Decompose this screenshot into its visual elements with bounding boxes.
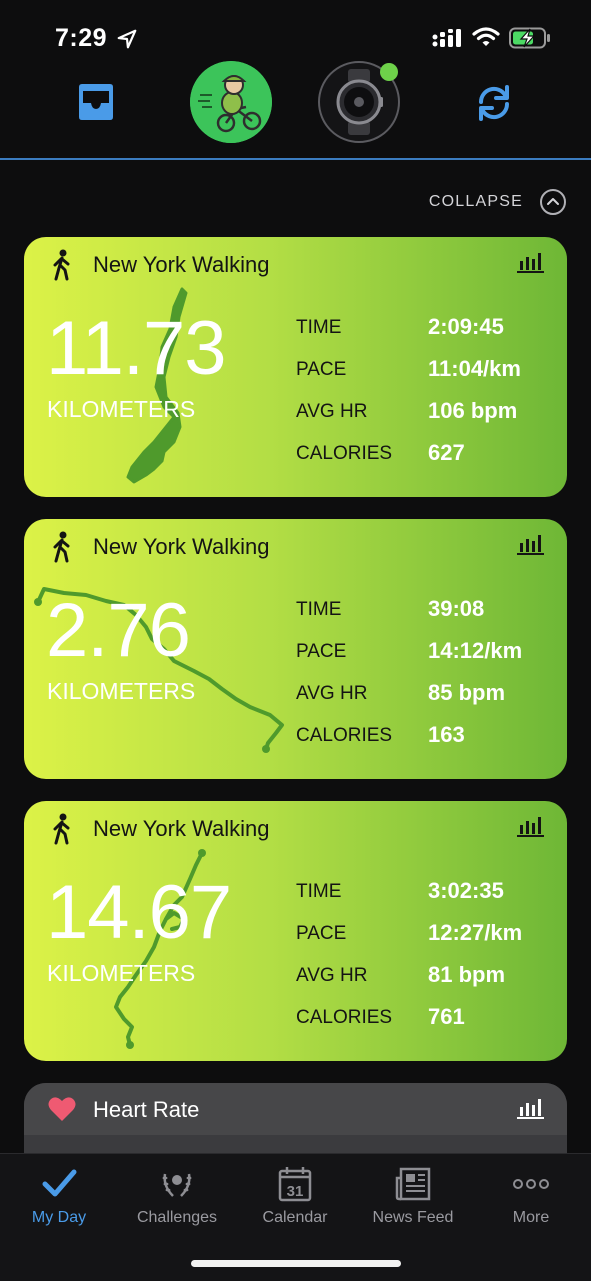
distance-unit: KILOMETERS — [47, 960, 196, 986]
tab-calendar[interactable]: 31 Calendar — [236, 1154, 354, 1234]
activity-card[interactable]: New York Walking 11.73 KILOMETERS TIME 2… — [24, 237, 567, 497]
tab-challenges[interactable]: Challenges — [118, 1154, 236, 1234]
distance-unit: KILOMETERS — [47, 396, 196, 422]
stat-value-pace: 14:12/km — [428, 638, 523, 663]
laurel-icon — [162, 1173, 192, 1197]
stat-label-pace: PACE — [296, 923, 347, 944]
more-icon — [513, 1179, 549, 1189]
tab-label: My Day — [31, 1209, 87, 1226]
location-arrow-icon — [117, 29, 137, 49]
collapse-button[interactable] — [540, 189, 566, 215]
home-indicator — [191, 1260, 401, 1267]
activity-title: New York Walking — [93, 534, 270, 559]
tab-label: Calendar — [262, 1209, 328, 1226]
bar-chart-icon[interactable] — [517, 815, 544, 837]
distance-value: 11.73 — [46, 306, 227, 391]
stat-value-time: 39:08 — [428, 596, 485, 621]
stat-label-avg-hr: AVG HR — [296, 683, 368, 704]
stat-value-pace: 12:27/km — [428, 920, 523, 945]
battery-charging-icon — [509, 27, 550, 49]
stat-value-calories: 627 — [428, 440, 465, 465]
cyclist-avatar-icon — [190, 61, 272, 143]
stat-value-calories: 163 — [428, 722, 465, 747]
chevron-up-icon — [547, 198, 559, 205]
inbox-icon[interactable] — [76, 83, 116, 121]
tab-news-feed[interactable]: News Feed — [354, 1154, 472, 1234]
bar-chart-icon[interactable] — [517, 251, 544, 273]
stat-label-calories: CALORIES — [296, 1007, 393, 1028]
calendar-badge: 31 — [287, 1183, 304, 1200]
stat-value-avg-hr: 85 bpm — [428, 680, 506, 705]
distance-value: 2.76 — [46, 588, 191, 673]
heart-rate-title: Heart Rate — [93, 1097, 200, 1122]
stat-label-time: TIME — [296, 599, 342, 620]
heart-icon — [48, 1097, 76, 1121]
walking-icon — [53, 813, 70, 845]
stat-value-avg-hr: 81 bpm — [428, 962, 506, 987]
stat-label-avg-hr: AVG HR — [296, 401, 368, 422]
walking-icon — [53, 531, 70, 563]
distance-value: 14.67 — [46, 870, 232, 955]
device-connected-indicator — [380, 63, 398, 81]
stat-label-pace: PACE — [296, 641, 347, 662]
stat-label-time: TIME — [296, 317, 342, 338]
status-time: 7:29 — [55, 24, 108, 52]
distance-unit: KILOMETERS — [47, 678, 196, 704]
bar-chart-icon[interactable] — [517, 533, 544, 555]
profile-avatar[interactable] — [190, 61, 272, 143]
stat-label-pace: PACE — [296, 359, 347, 380]
tab-label: Challenges — [136, 1209, 218, 1226]
wifi-icon — [472, 27, 500, 46]
activity-card[interactable]: New York Walking 2.76 KILOMETERS TIME 39… — [24, 519, 567, 779]
stat-value-calories: 761 — [428, 1004, 465, 1029]
activity-card[interactable]: New York Walking 14.67 KILOMETERS TIME 3… — [24, 801, 567, 1061]
stat-value-pace: 11:04/km — [428, 356, 521, 381]
sync-icon[interactable] — [473, 82, 515, 124]
stat-label-avg-hr: AVG HR — [296, 965, 368, 986]
stat-label-time: TIME — [296, 881, 342, 902]
collapse-label[interactable]: COLLAPSE — [429, 193, 523, 211]
bar-chart-icon[interactable] — [517, 1097, 544, 1119]
newspaper-icon — [395, 1167, 431, 1201]
cellular-signal-icon — [432, 29, 461, 47]
activity-title: New York Walking — [93, 816, 270, 841]
check-icon — [42, 1169, 77, 1197]
nav-divider — [0, 158, 591, 160]
calendar-icon: 31 — [278, 1167, 312, 1202]
stat-label-calories: CALORIES — [296, 443, 393, 464]
stat-value-avg-hr: 106 bpm — [428, 398, 518, 423]
tab-label: More — [512, 1209, 550, 1226]
tab-my-day[interactable]: My Day — [0, 1154, 118, 1234]
stat-value-time: 2:09:45 — [428, 314, 504, 339]
tab-label: News Feed — [372, 1209, 454, 1226]
stat-value-time: 3:02:35 — [428, 878, 504, 903]
activity-title: New York Walking — [93, 252, 270, 277]
tab-more[interactable]: More — [472, 1154, 590, 1234]
stat-label-calories: CALORIES — [296, 725, 393, 746]
walking-icon — [53, 249, 70, 281]
